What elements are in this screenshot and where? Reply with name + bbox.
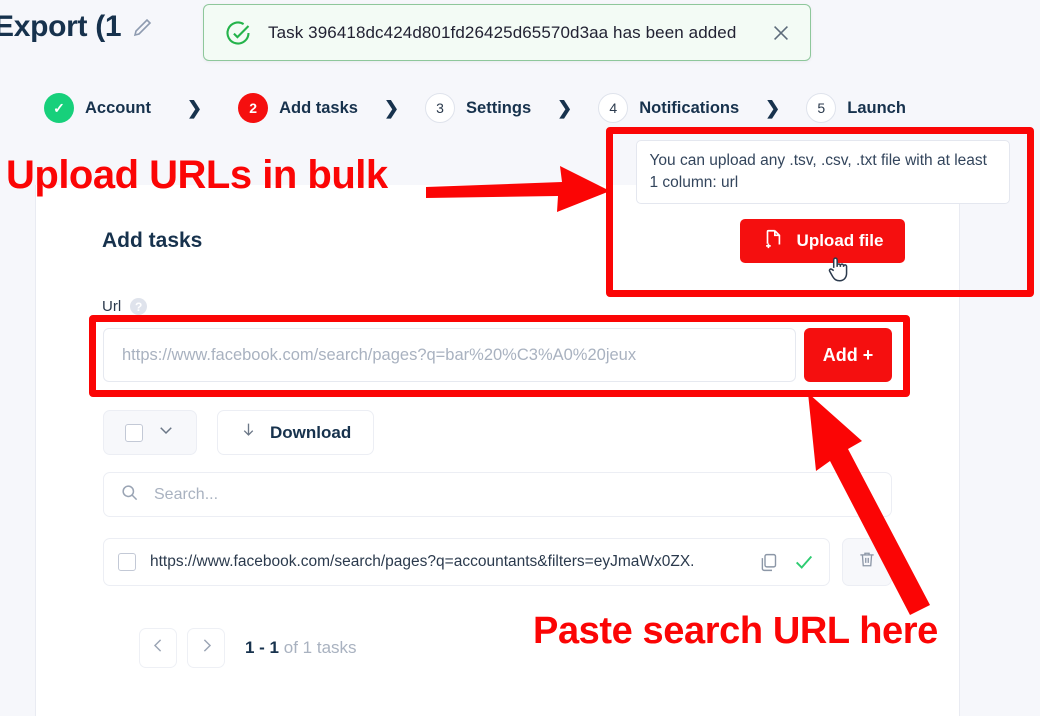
delete-task-button[interactable] <box>842 538 892 586</box>
step-settings[interactable]: 3 Settings <box>425 93 531 123</box>
url-input[interactable] <box>103 328 796 382</box>
chevron-right-icon <box>198 637 215 659</box>
step-badge: 3 <box>425 93 456 123</box>
pencil-icon[interactable] <box>131 15 155 39</box>
step-label: Notifications <box>639 98 740 117</box>
toast-notification: Task 396418dc424d801fd26425d65570d3aa ha… <box>203 4 811 61</box>
pagination-range: 1 - 1 <box>245 638 280 657</box>
question-mark-icon[interactable]: ? <box>130 298 148 315</box>
step-account[interactable]: ✓ Account <box>44 93 151 123</box>
table-row: https://www.facebook.com/search/pages?q=… <box>103 538 892 586</box>
chevron-down-icon <box>157 421 175 444</box>
step-label: Launch <box>847 98 906 117</box>
app-root: Export (1 Task 396418dc424d801fd26425d65… <box>0 0 1040 716</box>
page-title-text: Export (1 <box>0 10 122 43</box>
url-input-row: Add + <box>103 328 892 382</box>
add-url-button[interactable]: Add + <box>804 328 892 382</box>
wizard-stepper: ✓ Account ❯ 2 Add tasks ❯ 3 Settings ❯ 4… <box>44 93 984 123</box>
copy-icon[interactable] <box>758 552 779 573</box>
checkbox-icon[interactable] <box>118 553 136 571</box>
step-separator-icon: ❯ <box>557 97 573 118</box>
pagination-total: of 1 tasks <box>283 638 357 657</box>
step-label: Account <box>85 98 151 117</box>
annotation-paste-text: Paste search URL here <box>533 610 938 652</box>
step-separator-icon: ❯ <box>765 97 781 118</box>
step-add-tasks[interactable]: 2 Add tasks <box>238 93 358 123</box>
pointing-hand-cursor <box>825 254 851 289</box>
task-url-text: https://www.facebook.com/search/pages?q=… <box>150 553 695 570</box>
step-badge: 4 <box>598 93 629 123</box>
url-field-label: Url ? <box>102 298 148 315</box>
check-circle-icon <box>224 19 252 47</box>
annotation-upload-text: Upload URLs in bulk <box>6 153 388 197</box>
step-label: Settings <box>466 98 532 117</box>
step-separator-icon: ❯ <box>383 97 400 118</box>
toast-message: Task 396418dc424d801fd26425d65570d3aa ha… <box>268 22 737 42</box>
search-input[interactable] <box>152 484 875 505</box>
next-page-button[interactable] <box>187 628 225 668</box>
checkbox-icon[interactable] <box>125 423 143 442</box>
trash-icon <box>857 549 877 575</box>
tasks-toolbar: Download <box>103 410 375 455</box>
page-title: Export (1 <box>0 10 155 44</box>
file-plus-icon <box>762 227 784 256</box>
section-title: Add tasks <box>102 229 203 252</box>
step-label: Add tasks <box>279 98 358 117</box>
step-launch[interactable]: 5 Launch <box>806 93 906 123</box>
search-icon <box>120 483 139 507</box>
search-box[interactable] <box>103 472 892 517</box>
upload-file-label: Upload file <box>796 231 884 250</box>
prev-page-button[interactable] <box>139 628 177 668</box>
step-badge: 2 <box>238 93 269 123</box>
chevron-left-icon <box>150 637 167 659</box>
url-label-text: Url <box>102 298 122 315</box>
step-badge: 5 <box>806 93 837 123</box>
upload-panel: You can upload any .tsv, .csv, .txt file… <box>620 140 1025 285</box>
close-icon[interactable] <box>770 22 792 44</box>
download-button[interactable]: Download <box>217 410 375 455</box>
upload-hint-text: You can upload any .tsv, .csv, .txt file… <box>635 140 1010 204</box>
pagination: 1 - 1 of 1 tasks <box>139 628 357 668</box>
task-row-main: https://www.facebook.com/search/pages?q=… <box>103 538 830 586</box>
upload-file-button[interactable]: Upload file <box>739 219 906 263</box>
download-arrow-icon <box>240 420 257 445</box>
pagination-summary: 1 - 1 of 1 tasks <box>245 638 357 658</box>
download-label: Download <box>270 422 352 442</box>
step-notifications[interactable]: 4 Notifications <box>598 93 739 123</box>
select-all-dropdown[interactable] <box>103 410 197 455</box>
step-separator-icon: ❯ <box>187 97 203 118</box>
check-icon <box>793 551 815 573</box>
step-badge: ✓ <box>44 93 74 123</box>
